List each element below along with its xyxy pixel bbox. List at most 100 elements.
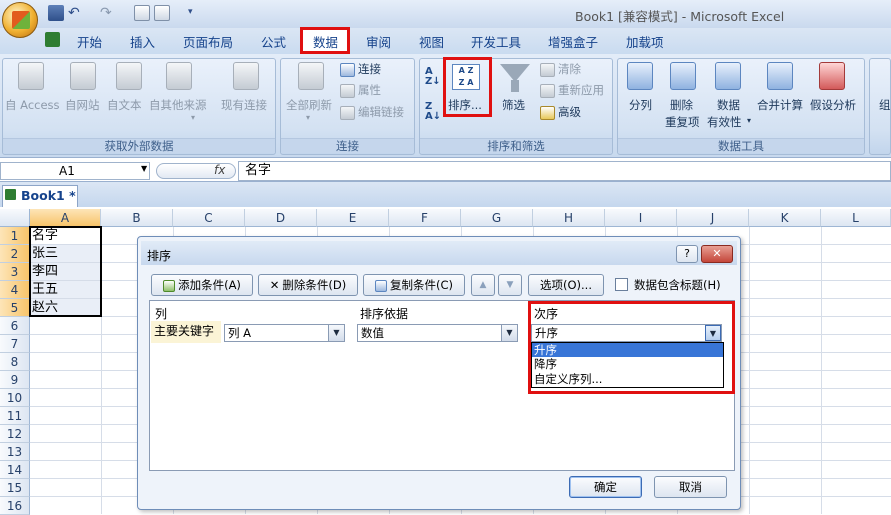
row-header[interactable]: 14 [0, 461, 30, 479]
column-header[interactable]: J [677, 209, 749, 227]
from-other-sources-button[interactable]: 自其他来源 [149, 97, 207, 113]
advanced-filter-button[interactable]: 高级 [540, 104, 581, 120]
options-button[interactable]: 选项(O)... [528, 274, 604, 296]
tab-view[interactable]: 视图 [419, 32, 444, 51]
row-header[interactable]: 10 [0, 389, 30, 407]
move-down-button[interactable]: ▼ [498, 274, 522, 296]
row-header[interactable]: 16 [0, 497, 30, 515]
column-header[interactable]: I [605, 209, 677, 227]
print-preview-icon[interactable] [134, 5, 150, 21]
what-if-button[interactable]: 假设分析 [810, 97, 856, 113]
row-header[interactable]: 6 [0, 317, 30, 335]
cancel-button[interactable]: 取消 [654, 476, 727, 498]
row-header[interactable]: 12 [0, 425, 30, 443]
customize-qat-icon[interactable]: ▾ [188, 7, 204, 23]
tab-insert[interactable]: 插入 [130, 32, 155, 51]
delete-level-label: 删除条件(D) [282, 278, 347, 292]
what-if-icon [819, 62, 845, 90]
insert-function-button[interactable]: fx [214, 163, 225, 177]
column-header[interactable]: H [533, 209, 605, 227]
existing-connections-icon [233, 62, 259, 90]
copy-level-button[interactable]: 复制条件(C) [363, 274, 465, 296]
help-button[interactable]: ? [676, 245, 698, 263]
column-header[interactable]: L [821, 209, 891, 227]
add-level-button[interactable]: 添加条件(A) [151, 274, 253, 296]
select-all-button[interactable] [0, 209, 30, 227]
properties-button[interactable]: 属性 [340, 82, 381, 98]
tab-page-layout[interactable]: 页面布局 [183, 32, 233, 51]
column-header[interactable]: F [389, 209, 461, 227]
add-icon [163, 279, 176, 292]
remove-duplicates-button[interactable]: 删除 [670, 97, 693, 113]
text-to-columns-icon [627, 62, 653, 90]
reapply-button[interactable]: 重新应用 [540, 82, 604, 98]
undo-icon[interactable]: ↶ [68, 5, 84, 21]
chevron-down-icon[interactable]: ▼ [501, 325, 517, 341]
sort-on-select[interactable]: 数值 ▼ [357, 324, 518, 342]
row-header[interactable]: 13 [0, 443, 30, 461]
tab-developer[interactable]: 开发工具 [471, 32, 521, 51]
column-header[interactable]: K [749, 209, 821, 227]
column-header[interactable]: E [317, 209, 389, 227]
tab-review[interactable]: 审阅 [366, 32, 391, 51]
chevron-down-icon[interactable]: ▼ [328, 325, 344, 341]
save-icon[interactable] [48, 5, 64, 21]
headers-checkbox[interactable] [615, 278, 628, 291]
dialog-title: 排序 [147, 249, 172, 263]
from-access-button[interactable]: 自 Access [5, 97, 60, 113]
row-header[interactable]: 9 [0, 371, 30, 389]
sort-button[interactable]: 排序... [448, 97, 482, 113]
from-web-button[interactable]: 自网站 [65, 97, 100, 113]
column-header[interactable]: C [173, 209, 245, 227]
row-header[interactable]: 8 [0, 353, 30, 371]
sort-ascending-icon[interactable]: A Z↓ [425, 67, 441, 87]
row-header[interactable]: 11 [0, 407, 30, 425]
tab-enhance-box[interactable]: 增强盒子 [548, 32, 598, 51]
column-header[interactable]: D [245, 209, 317, 227]
tab-formulas[interactable]: 公式 [261, 32, 286, 51]
data-validation-button[interactable]: 数据 [717, 97, 740, 113]
headers-checkbox-label: 数据包含标题(H) [634, 278, 721, 292]
text-to-columns-button[interactable]: 分列 [629, 97, 652, 113]
formula-input[interactable]: 名字 [238, 161, 891, 181]
column-header[interactable]: A [30, 209, 101, 227]
clear-label: 清除 [558, 62, 581, 76]
filter-button[interactable]: 筛选 [502, 97, 525, 113]
tab-addins[interactable]: 加载项 [626, 32, 664, 51]
office-button[interactable] [2, 2, 38, 38]
name-box[interactable]: A1 [0, 162, 150, 180]
sort-descending-icon[interactable]: Z A↓ [425, 102, 441, 122]
delete-level-button[interactable]: ✕ 删除条件(D) [258, 274, 358, 296]
link-icon [340, 105, 355, 120]
row-header[interactable]: 3 [0, 263, 30, 281]
existing-connections-button[interactable]: 现有连接 [221, 97, 267, 113]
column-select[interactable]: 列 A ▼ [224, 324, 345, 342]
column-header[interactable]: G [461, 209, 533, 227]
row-header[interactable]: 4 [0, 281, 30, 299]
clear-filter-button[interactable]: 清除 [540, 61, 581, 77]
from-text-button[interactable]: 自文本 [107, 97, 142, 113]
reapply-icon [540, 83, 555, 98]
move-up-button[interactable]: ▲ [471, 274, 495, 296]
properties-label: 属性 [358, 83, 381, 97]
tab-data[interactable]: 数据 [313, 32, 338, 51]
connections-button[interactable]: 连接 [340, 61, 381, 77]
refresh-all-icon [298, 62, 324, 90]
refresh-all-button[interactable]: 全部刷新 [286, 97, 332, 113]
row-header[interactable]: 5 [0, 299, 30, 317]
row-header[interactable]: 15 [0, 479, 30, 497]
name-box-dropdown-icon[interactable]: ▼ [141, 164, 147, 173]
edit-links-button[interactable]: 编辑链接 [340, 104, 404, 120]
consolidate-button[interactable]: 合并计算 [757, 97, 803, 113]
row-header[interactable]: 2 [0, 245, 30, 263]
ok-button[interactable]: 确定 [569, 476, 642, 498]
properties-icon [340, 83, 355, 98]
tab-home[interactable]: 开始 [77, 32, 102, 51]
close-button[interactable]: ✕ [701, 245, 733, 263]
row-header[interactable]: 1 [0, 227, 30, 245]
group-button[interactable]: 组 [879, 97, 891, 113]
row-header[interactable]: 7 [0, 335, 30, 353]
form-icon[interactable] [154, 5, 170, 21]
column-header[interactable]: B [101, 209, 173, 227]
redo-icon[interactable]: ↷ [100, 5, 116, 21]
